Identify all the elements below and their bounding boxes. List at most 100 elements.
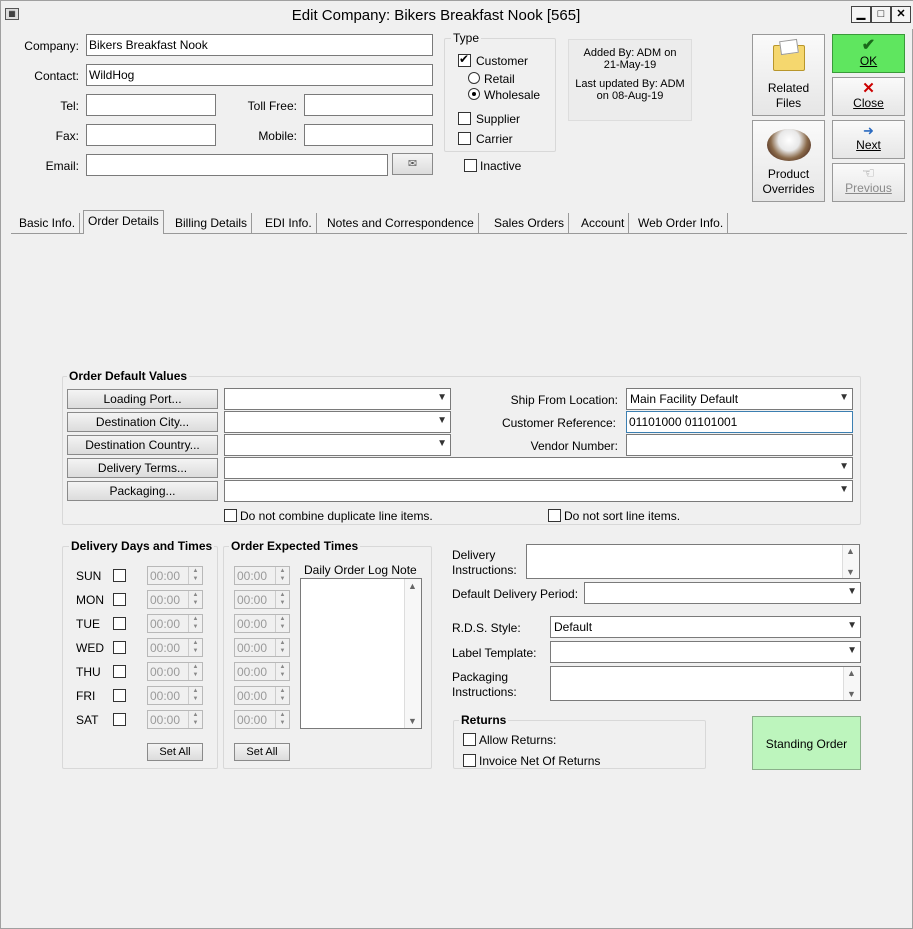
product-overrides-button[interactable]: Product Overrides	[752, 120, 825, 202]
no-combine-checkbox[interactable]	[224, 509, 237, 522]
expected-time-spinner[interactable]: 00:00 ▲ ▼	[234, 638, 290, 657]
expected-time-value: 00:00	[237, 689, 268, 703]
day-checkbox[interactable]	[113, 569, 126, 582]
invoice-net-checkbox[interactable]	[463, 754, 476, 767]
scroll-down-icon: ▼	[408, 716, 417, 726]
contact-label: Contact:	[34, 69, 79, 83]
destination-country-button[interactable]: Destination Country...	[67, 435, 218, 455]
standing-order-button[interactable]: Standing Order	[752, 716, 861, 770]
vendor-number-label: Vendor Number:	[530, 439, 618, 453]
day-checkbox[interactable]	[113, 617, 126, 630]
mobile-field[interactable]	[304, 124, 433, 146]
label-template-select[interactable]: ▼	[550, 641, 861, 663]
daily-log-note-field[interactable]: ▲ ▼	[300, 578, 422, 729]
allow-returns-checkbox[interactable]	[463, 733, 476, 746]
contact-field[interactable]: WildHog	[86, 64, 433, 86]
packaging-instructions-field[interactable]: ▲ ▼	[550, 666, 861, 701]
scroll-up-icon: ▲	[408, 581, 417, 591]
close-button[interactable]: ✕ Close	[832, 77, 905, 116]
delivery-time-spinner[interactable]: 00:00 ▲ ▼	[147, 566, 203, 585]
delivery-time-value: 00:00	[150, 713, 181, 727]
expected-time-spinner[interactable]: 00:00 ▲ ▼	[234, 614, 290, 633]
delivery-time-spinner[interactable]: 00:00 ▲ ▼	[147, 662, 203, 681]
loading-port-button[interactable]: Loading Port...	[67, 389, 218, 409]
destination-city-button[interactable]: Destination City...	[67, 412, 218, 432]
tel-field[interactable]	[86, 94, 216, 116]
loading-port-select[interactable]: ▼	[224, 388, 451, 410]
supplier-checkbox[interactable]	[458, 112, 471, 125]
log-note-scrollbar[interactable]: ▲ ▼	[404, 579, 421, 728]
folder-icon	[772, 38, 805, 71]
expected-time-spinner[interactable]: 00:00 ▲ ▼	[234, 686, 290, 705]
vendor-number-field[interactable]	[626, 434, 853, 456]
day-checkbox[interactable]	[113, 713, 126, 726]
spin-arrows-icon: ▲ ▼	[188, 567, 202, 584]
related-files-button[interactable]: Related Files	[752, 34, 825, 116]
delivery-time-spinner[interactable]: 00:00 ▲ ▼	[147, 686, 203, 705]
tollfree-field[interactable]	[304, 94, 433, 116]
delivery-terms-button[interactable]: Delivery Terms...	[67, 458, 218, 478]
delivery-time-value: 00:00	[150, 593, 181, 607]
delivery-instructions-field[interactable]: ▲ ▼	[526, 544, 860, 579]
compose-email-button[interactable]: ✉	[392, 153, 433, 175]
next-button[interactable]: ➜ Next	[832, 120, 905, 159]
tab-sales-orders[interactable]: Sales Orders	[490, 213, 570, 233]
delivery-time-spinner[interactable]: 00:00 ▲ ▼	[147, 710, 203, 729]
chevron-down-icon: ▼	[437, 438, 447, 449]
day-label: TUE	[76, 617, 100, 631]
delivery-terms-select[interactable]: ▼	[224, 457, 853, 479]
delivery-time-spinner[interactable]: 00:00 ▲ ▼	[147, 638, 203, 657]
day-checkbox[interactable]	[113, 689, 126, 702]
destination-country-select[interactable]: ▼	[224, 434, 451, 456]
day-checkbox[interactable]	[113, 665, 126, 678]
customer-checkbox[interactable]	[458, 52, 471, 67]
tab-edi-info[interactable]: EDI Info.	[261, 213, 317, 233]
close-label: Close	[853, 96, 884, 110]
close-window-button[interactable]: ✕	[891, 6, 911, 23]
expected-time-spinner[interactable]: 00:00 ▲ ▼	[234, 710, 290, 729]
expected-set-all-button[interactable]: Set All	[234, 743, 290, 761]
day-checkbox[interactable]	[113, 641, 126, 654]
inactive-checkbox[interactable]	[464, 159, 477, 172]
no-sort-checkbox[interactable]	[548, 509, 561, 522]
day-checkbox[interactable]	[113, 593, 126, 606]
destination-city-select[interactable]: ▼	[224, 411, 451, 433]
expected-time-spinner[interactable]: 00:00 ▲ ▼	[234, 566, 290, 585]
ship-from-label: Ship From Location:	[510, 393, 618, 407]
expected-time-spinner[interactable]: 00:00 ▲ ▼	[234, 662, 290, 681]
tab-web-order-info[interactable]: Web Order Info.	[634, 213, 729, 233]
packaging-instructions-scrollbar[interactable]: ▲ ▼	[843, 667, 860, 700]
email-field[interactable]	[86, 154, 388, 176]
delivery-set-all-button[interactable]: Set All	[147, 743, 203, 761]
rds-style-select[interactable]: Default ▼	[550, 616, 861, 638]
tab-notes[interactable]: Notes and Correspondence	[323, 213, 479, 233]
fax-field[interactable]	[86, 124, 216, 146]
expected-time-spinner[interactable]: 00:00 ▲ ▼	[234, 590, 290, 609]
retail-radio[interactable]	[468, 72, 480, 84]
tab-basic-info[interactable]: Basic Info.	[15, 213, 81, 233]
delivery-time-spinner[interactable]: 00:00 ▲ ▼	[147, 590, 203, 609]
delivery-time-value: 00:00	[150, 689, 181, 703]
updated-by-line1: Last updated By: ADM	[575, 78, 685, 90]
minimize-button[interactable]: ▁	[851, 6, 871, 23]
tab-account[interactable]: Account	[577, 213, 630, 233]
maximize-button[interactable]: □	[871, 6, 891, 23]
carrier-checkbox[interactable]	[458, 132, 471, 145]
inactive-label: Inactive	[480, 159, 522, 173]
ship-from-select[interactable]: Main Facility Default ▼	[626, 388, 853, 410]
default-delivery-period-select[interactable]: ▼	[584, 582, 861, 604]
delivery-time-spinner[interactable]: 00:00 ▲ ▼	[147, 614, 203, 633]
ok-button[interactable]: ✔ OK	[832, 34, 905, 73]
previous-button[interactable]: ☜ Previous	[832, 163, 905, 202]
packaging-select[interactable]: ▼	[224, 480, 853, 502]
delivery-instructions-scrollbar[interactable]: ▲ ▼	[842, 545, 859, 578]
tab-billing-details[interactable]: Billing Details	[171, 213, 253, 233]
tab-order-details[interactable]: Order Details	[83, 210, 164, 234]
spin-arrows-icon: ▲ ▼	[275, 615, 289, 632]
customer-reference-field[interactable]: 01101000 01101001	[626, 411, 853, 433]
chevron-down-icon: ▼	[839, 392, 849, 403]
tollfree-label: Toll Free:	[247, 99, 297, 113]
wholesale-radio[interactable]	[468, 88, 480, 100]
packaging-button[interactable]: Packaging...	[67, 481, 218, 501]
company-field[interactable]: Bikers Breakfast Nook	[86, 34, 433, 56]
